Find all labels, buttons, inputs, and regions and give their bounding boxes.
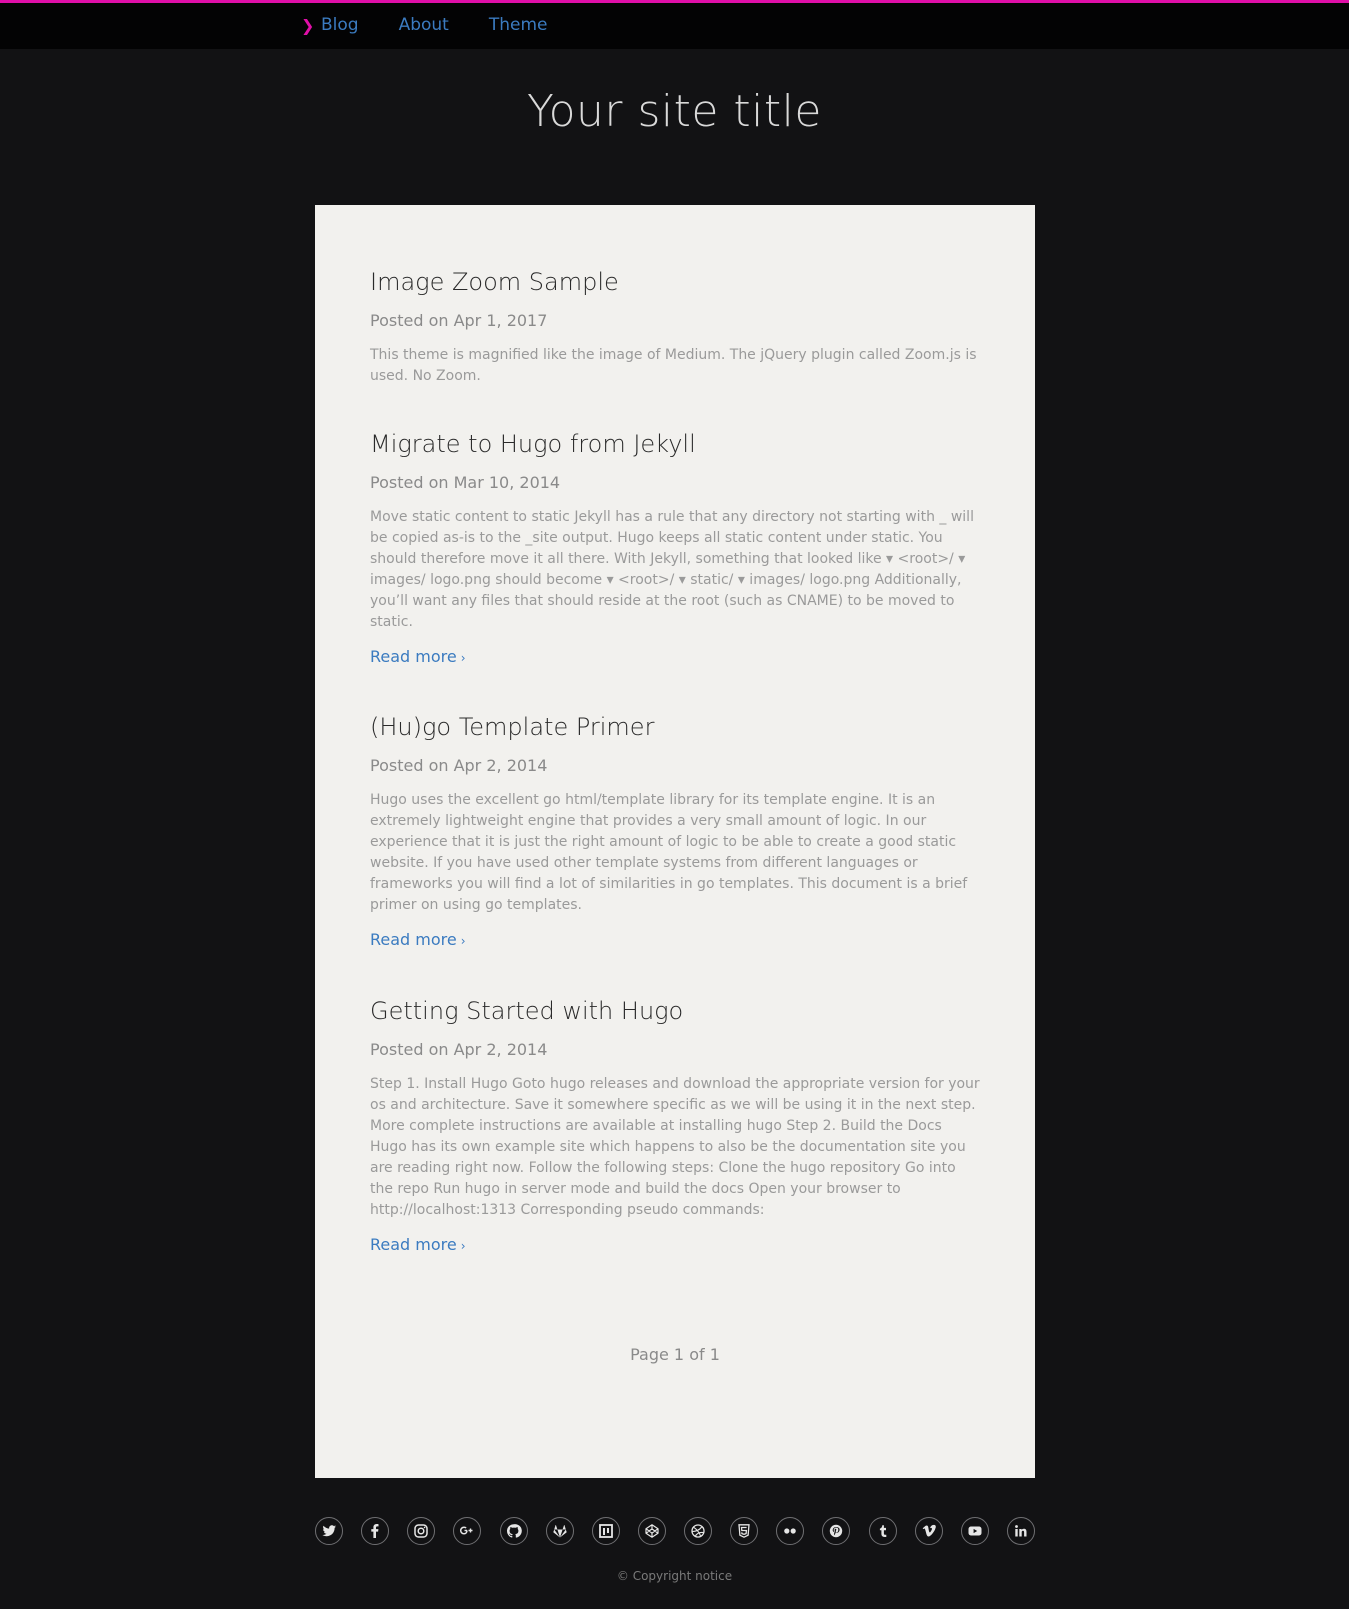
post-summary: Move static content to static Jekyll has… [370,509,974,630]
nav-theme-link[interactable]: Theme [489,15,548,35]
read-more-label: Read more [370,930,457,949]
post-title-link[interactable]: (Hu)go Template Primer [370,712,982,742]
nav-about-link[interactable]: About [399,15,449,35]
youtube-icon[interactable] [960,1517,989,1545]
read-more-label: Read more [370,1235,457,1254]
read-more-link[interactable]: Read more › [370,930,466,949]
github-icon[interactable] [499,1517,528,1545]
post-title-link[interactable]: Getting Started with Hugo [370,996,982,1026]
google-plus-icon[interactable] [453,1517,482,1545]
post-item: Migrate to Hugo from Jekyll Posted on Ma… [370,429,982,666]
pinterest-icon[interactable] [822,1517,851,1545]
post-date: Posted on Apr 1, 2017 [370,311,548,330]
post-date: Posted on Apr 2, 2014 [370,756,548,775]
read-more-link[interactable]: Read more › [370,647,466,666]
post-title-link[interactable]: Image Zoom Sample [370,267,982,297]
flickr-icon[interactable] [776,1517,805,1545]
post-item: Getting Started with Hugo Posted on Apr … [370,996,982,1254]
post-item: (Hu)go Template Primer Posted on Apr 2, … [370,712,982,949]
copyright-notice: © Copyright notice [616,1569,733,1583]
dribbble-icon[interactable] [684,1517,712,1545]
post-summary: This theme is magnified like the image o… [370,347,977,384]
html5-icon[interactable] [730,1517,759,1545]
post-item: Image Zoom Sample Posted on Apr 1, 2017 … [370,267,982,387]
post-date: Posted on Mar 10, 2014 [370,473,561,492]
nav-blog-link[interactable]: Blog [321,15,359,35]
post-summary: Step 1. Install Hugo Goto hugo releases … [370,1076,980,1218]
post-title-link[interactable]: Migrate to Hugo from Jekyll [370,429,982,459]
facebook-icon[interactable] [361,1517,390,1545]
twitter-icon[interactable] [315,1517,343,1545]
post-date: Posted on Apr 2, 2014 [370,1040,548,1059]
linkedin-icon[interactable] [1006,1517,1035,1545]
post-list-card: Image Zoom Sample Posted on Apr 1, 2017 … [315,205,1035,1478]
tumblr-icon[interactable] [868,1517,897,1545]
post-summary: Hugo uses the excellent go html/template… [370,792,968,913]
read-more-link[interactable]: Read more › [370,1235,466,1254]
instagram-icon[interactable] [407,1517,436,1545]
active-indicator-icon: ❯ [301,15,315,35]
main-nav: ❯ Blog About Theme [301,15,587,35]
vimeo-icon[interactable] [914,1517,943,1545]
stack-icon[interactable] [591,1517,620,1545]
social-links [315,1517,1035,1545]
codepen-icon[interactable] [637,1517,666,1545]
pagination-status: Page 1 of 1 [630,1345,720,1364]
site-title[interactable]: Your site title [0,86,1349,137]
gitlab-icon[interactable] [545,1517,574,1545]
read-more-label: Read more [370,647,457,666]
chevron-right-icon: › [460,934,466,948]
top-navbar: ❯ Blog About Theme [0,0,1349,49]
chevron-right-icon: › [460,1239,466,1253]
chevron-right-icon: › [460,651,466,665]
